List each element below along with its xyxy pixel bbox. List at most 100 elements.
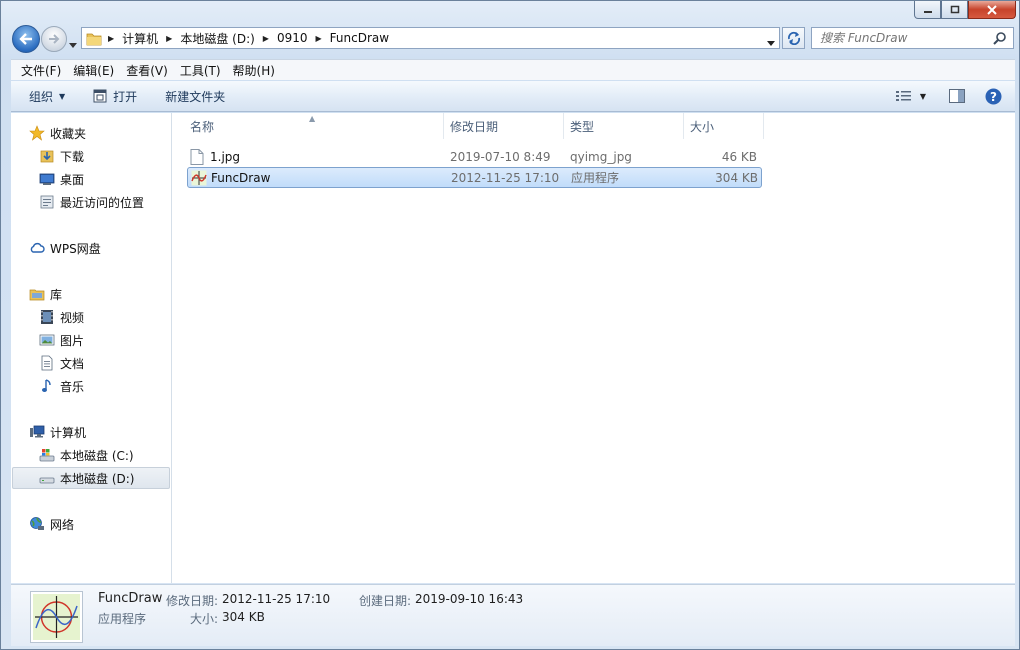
maximize-button[interactable] (941, 1, 968, 19)
recent-pages-dropdown[interactable] (69, 37, 77, 51)
breadcrumb-separator[interactable]: ▶ (162, 34, 176, 43)
column-header-size[interactable]: 大小 (684, 113, 764, 139)
file-list: 名称 ▲ 修改日期 类型 大小 1.jpg 2019-07-10 8:49 qy… (172, 113, 1015, 583)
minimize-button[interactable] (914, 1, 941, 19)
breadcrumb-computer[interactable]: 计算机 (118, 28, 162, 48)
breadcrumb-0910[interactable]: 0910 (273, 28, 312, 48)
details-file-name: FuncDraw (98, 591, 163, 606)
nav-computer-label: 计算机 (50, 425, 87, 440)
nav-downloads[interactable]: 下载 (39, 146, 84, 166)
chevron-down-icon: ▼ (919, 91, 927, 101)
picture-icon (39, 332, 55, 348)
folder-icon-crumb (82, 28, 104, 48)
back-button[interactable] (12, 25, 40, 53)
library-icon (29, 286, 45, 302)
change-view-button[interactable] (893, 86, 915, 106)
file-date: 2019-07-10 8:49 (450, 149, 551, 164)
refresh-icon (787, 31, 800, 45)
breadcrumb-funcdraw[interactable]: FuncDraw (326, 28, 393, 48)
file-type: qyimg_jpg (570, 149, 632, 164)
new-folder-label: 新建文件夹 (165, 89, 226, 104)
nav-drive-d[interactable]: 本地磁盘 (D:) (12, 467, 170, 489)
command-bar: 组织 ▼ 打开 新建文件夹 ▼ ? (11, 81, 1015, 112)
breadcrumb-separator[interactable]: ▶ (104, 34, 118, 43)
sort-ascending-icon: ▲ (309, 114, 316, 123)
nav-documents[interactable]: 文档 (39, 353, 84, 373)
nav-music-label: 音乐 (60, 379, 85, 394)
organize-label: 组织 (29, 89, 54, 104)
breadcrumb-separator[interactable]: ▶ (312, 34, 326, 43)
nav-wps-cloud-label: WPS网盘 (50, 241, 101, 256)
nav-favorites[interactable]: 收藏夹 (29, 123, 86, 143)
drive-icon (39, 470, 55, 486)
open-button[interactable]: 打开 (85, 84, 145, 108)
nav-music[interactable]: 音乐 (39, 376, 84, 396)
nav-computer[interactable]: 计算机 (29, 422, 86, 442)
column-header-type[interactable]: 类型 (564, 113, 684, 139)
close-icon (987, 4, 997, 15)
minimize-icon (923, 10, 932, 13)
video-icon (39, 309, 55, 325)
view-options-dropdown[interactable]: ▼ (916, 86, 930, 106)
column-date-label: 修改日期 (450, 119, 499, 134)
address-bar[interactable]: ▶ 计算机 ▶ 本地磁盘 (D:) ▶ 0910 ▶ FuncDraw (81, 27, 780, 49)
nav-desktop-label: 桌面 (60, 172, 85, 187)
nav-pictures-label: 图片 (60, 333, 85, 348)
file-name-cell: 1.jpg (190, 146, 240, 167)
refresh-button[interactable] (782, 27, 805, 49)
nav-videos[interactable]: 视频 (39, 307, 84, 327)
network-icon (29, 516, 45, 532)
file-size: 46 KB (721, 149, 757, 164)
details-size-label: 大小: (190, 612, 219, 626)
help-icon: ? (985, 88, 1001, 104)
system-drive-icon (39, 447, 55, 463)
computer-icon (29, 424, 45, 440)
breadcrumb-drive-d[interactable]: 本地磁盘 (D:) (176, 28, 258, 48)
nav-drive-d-label: 本地磁盘 (D:) (60, 471, 135, 486)
search-input[interactable] (820, 31, 990, 45)
file-row-selected[interactable]: FuncDraw 2012-11-25 17:10 应用程序 304 KB (187, 167, 762, 188)
menu-view[interactable]: 查看(V) (120, 62, 174, 79)
nav-network-label: 网络 (50, 517, 75, 532)
organize-button[interactable]: 组织 ▼ (21, 84, 73, 108)
nav-wps-cloud[interactable]: WPS网盘 (29, 238, 101, 258)
navigation-pane: 收藏夹 下载 桌面 最近访问的位置 WPS网盘 库 视频 图片 文档 音乐 计算… (11, 113, 172, 583)
view-details-icon (896, 91, 911, 101)
details-created-value: 2019-09-10 16:43 (415, 592, 524, 606)
nav-desktop[interactable]: 桌面 (39, 169, 84, 189)
nav-favorites-label: 收藏夹 (50, 126, 87, 141)
search-box[interactable] (811, 27, 1014, 49)
nav-libraries-label: 库 (50, 287, 63, 302)
forward-button[interactable] (41, 26, 67, 52)
column-size-label: 大小 (690, 119, 715, 134)
details-modified-value: 2012-11-25 17:10 (222, 592, 331, 606)
search-icon[interactable] (993, 31, 1007, 45)
star-icon (29, 125, 45, 141)
details-pane: FuncDraw 应用程序 修改日期: 2012-11-25 17:10 创建日… (11, 584, 1015, 646)
new-folder-button[interactable]: 新建文件夹 (157, 84, 233, 108)
nav-libraries[interactable]: 库 (29, 284, 62, 304)
close-button[interactable] (968, 1, 1016, 19)
details-created-label: 创建日期: (359, 594, 412, 608)
funcdraw-thumbnail-icon (33, 594, 80, 640)
nav-recent-places[interactable]: 最近访问的位置 (39, 192, 144, 212)
cloud-icon (29, 240, 45, 256)
menu-tools[interactable]: 工具(T) (174, 62, 227, 79)
nav-downloads-label: 下载 (60, 149, 85, 164)
column-header-date[interactable]: 修改日期 (444, 113, 564, 139)
address-dropdown[interactable] (767, 35, 775, 49)
preview-pane-button[interactable] (946, 86, 968, 106)
nav-pictures[interactable]: 图片 (39, 330, 84, 350)
menu-file[interactable]: 文件(F) (15, 62, 67, 79)
nav-network[interactable]: 网络 (29, 514, 74, 534)
breadcrumb-separator[interactable]: ▶ (259, 34, 273, 43)
document-icon (39, 355, 55, 371)
arrow-left-icon (19, 33, 32, 45)
downloads-folder-icon (39, 148, 55, 164)
menu-help[interactable]: 帮助(H) (227, 62, 281, 79)
maximize-icon (950, 5, 959, 14)
nav-drive-c[interactable]: 本地磁盘 (C:) (39, 445, 134, 465)
menu-edit[interactable]: 编辑(E) (67, 62, 120, 79)
help-button[interactable]: ? (983, 86, 1003, 106)
file-row[interactable]: 1.jpg 2019-07-10 8:49 qyimg_jpg 46 KB (187, 146, 762, 167)
